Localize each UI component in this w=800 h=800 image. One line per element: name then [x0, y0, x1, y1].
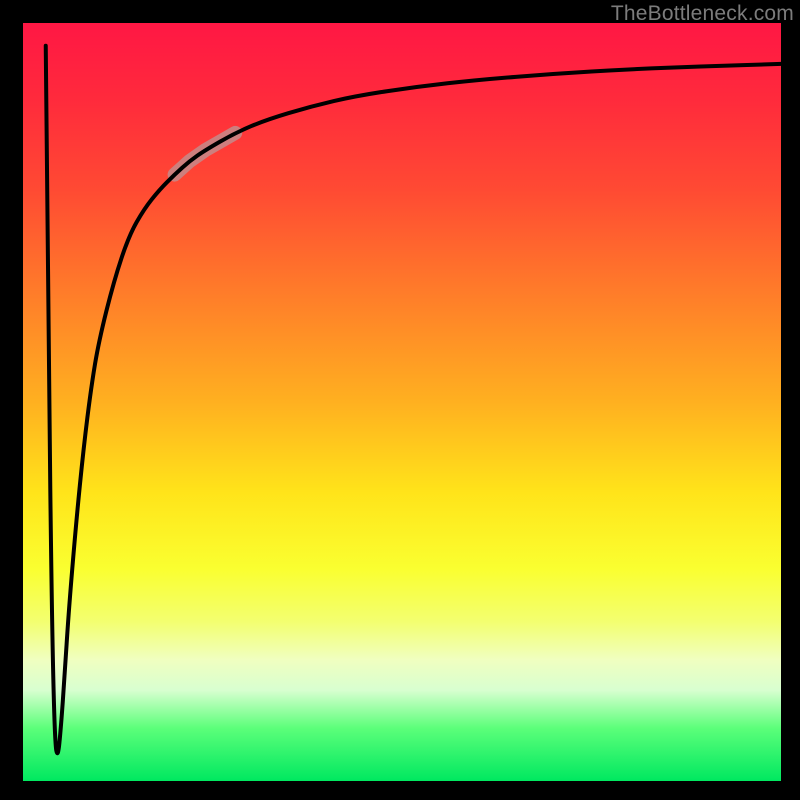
bottleneck-curve	[46, 46, 781, 753]
curve-layer	[23, 23, 781, 781]
chart-stage: TheBottleneck.com	[0, 0, 800, 800]
plot-area	[23, 23, 781, 781]
watermark-text: TheBottleneck.com	[611, 2, 794, 26]
